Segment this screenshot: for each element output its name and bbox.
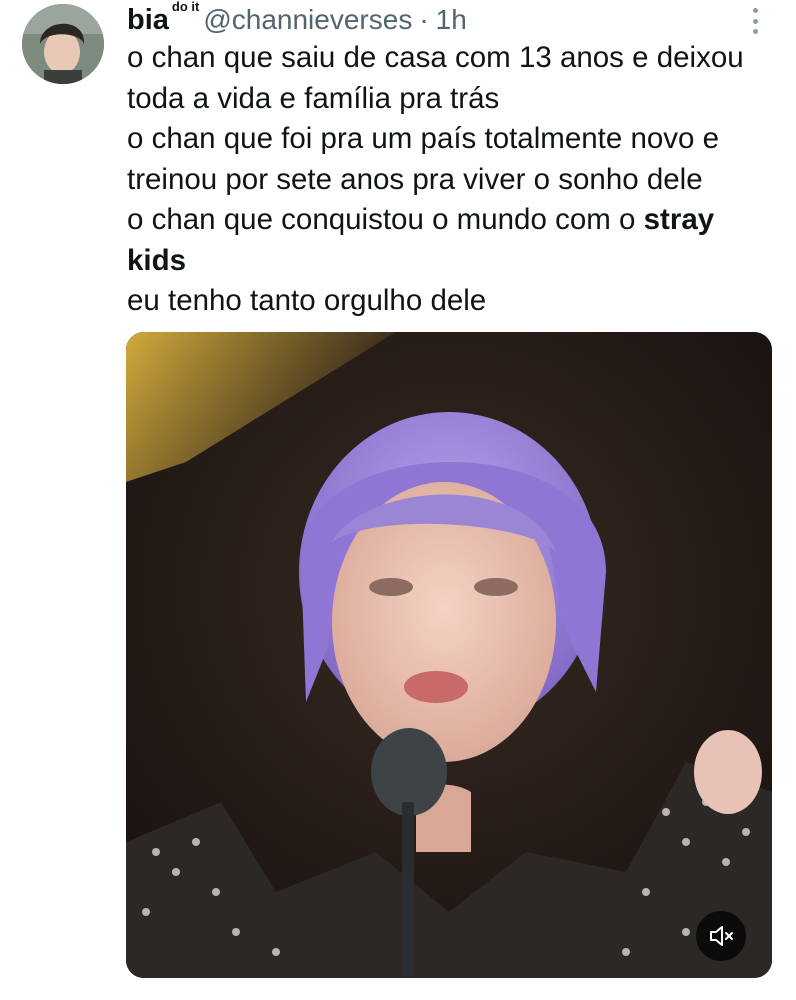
- avatar[interactable]: [22, 4, 104, 84]
- speaker-muted-icon: [710, 926, 733, 946]
- tweet-time[interactable]: 1h: [436, 2, 467, 38]
- author-display-name[interactable]: bia: [127, 2, 169, 38]
- tweet-line: o chan que foi pra um país totalmente no…: [127, 122, 720, 155]
- author-handle[interactable]: @channieverses: [203, 2, 412, 38]
- tweet-line: o chan que saiu de casa com 13 anos e de…: [127, 41, 744, 74]
- tweet-line: kids: [127, 241, 777, 282]
- tweet[interactable]: bia do it @channieverses · 1h o chan que…: [0, 0, 796, 1000]
- tweet-bold-text: kids: [127, 243, 187, 277]
- separator-dot: ·: [419, 4, 429, 35]
- tweet-line-text: o chan que conquistou o mundo com o: [127, 203, 644, 236]
- video-player[interactable]: [126, 332, 772, 978]
- tweet-line: treinou por sete anos pra viver o sonho …: [127, 162, 703, 196]
- mute-toggle[interactable]: [696, 911, 746, 961]
- more-options-icon[interactable]: [744, 6, 766, 36]
- video-thumbnail: [126, 332, 772, 978]
- tweet-text: o chan que saiu de casa com 13 anos e de…: [127, 38, 777, 322]
- tweet-line: eu tenho tanto orgulho dele: [127, 284, 487, 317]
- avatar-photo: [22, 4, 104, 84]
- tweet-header: bia do it @channieverses · 1h: [127, 0, 467, 40]
- tweet-bold-text: stray: [643, 203, 715, 236]
- author-name-superscript: do it: [171, 0, 200, 14]
- tweet-line: o chan que conquistou o mundo com o stra…: [127, 200, 777, 241]
- tweet-line: toda a vida e família pra trás: [127, 81, 500, 115]
